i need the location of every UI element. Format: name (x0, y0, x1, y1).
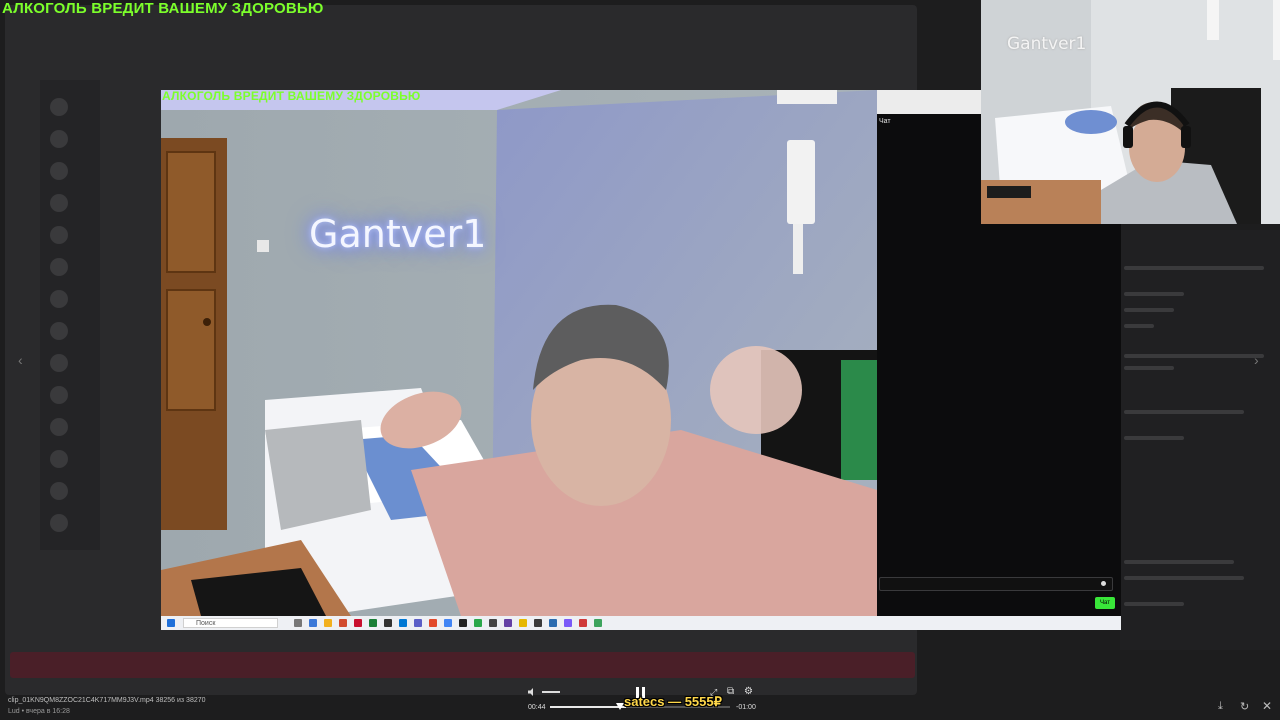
avatar (50, 98, 68, 116)
progress-fill (550, 706, 626, 708)
neon-sign-webcam: Gantver1 (1007, 34, 1087, 54)
placeholder-line (1124, 576, 1244, 580)
placeholder-line (1124, 292, 1184, 296)
avatar (50, 450, 68, 468)
taskbar-app-icon (549, 619, 557, 627)
taskbar-search: Поиск (183, 618, 278, 628)
placeholder-line (1124, 436, 1184, 440)
file-name: clip_01KN9QM8ZZOC21C4K717MM9J3V.mp4 3825… (8, 697, 206, 704)
placeholder-line (1124, 308, 1174, 312)
webcam-video[interactable]: Gantver1 (981, 0, 1280, 224)
placeholder-line (1124, 266, 1264, 270)
chevron-left-icon[interactable]: ‹ (18, 352, 23, 368)
background-side-panel (1120, 230, 1280, 650)
avatar (50, 322, 68, 340)
taskbar-app-icon (579, 619, 587, 627)
placeholder-line (1124, 324, 1154, 328)
placeholder-line (1124, 354, 1264, 358)
taskbar-app-icon (339, 619, 347, 627)
taskbar-app-icon (594, 619, 602, 627)
taskbar-app-icon (459, 619, 467, 627)
progress-thumb[interactable] (616, 703, 624, 710)
avatar (50, 130, 68, 148)
chat-input[interactable] (879, 577, 1113, 591)
taskbar-app-icon (294, 619, 302, 627)
alcohol-warning-inner: АЛКОГОЛЬ ВРЕДИТ ВАШЕМУ ЗДОРОВЬЮ (162, 89, 421, 103)
stream-video[interactable]: Gantver1 (161, 90, 877, 616)
time-current: 00:44 (528, 704, 546, 711)
picture-in-picture-icon[interactable]: ⧉ (727, 686, 734, 697)
volume-icon[interactable] (527, 687, 537, 697)
stream-scene (161, 90, 877, 616)
avatar (50, 514, 68, 532)
avatar (50, 290, 68, 308)
emoji-icon[interactable] (1101, 581, 1106, 586)
windows-start-icon (167, 619, 175, 627)
taskbar-app-icon (384, 619, 392, 627)
background-input-bar (10, 652, 915, 678)
time-remaining: -01:00 (736, 704, 756, 711)
volume-icon-glyph (528, 688, 533, 696)
avatar (50, 226, 68, 244)
chat-send-button[interactable]: Чат (1095, 597, 1115, 609)
gear-icon[interactable]: ⚙ (744, 686, 753, 697)
avatar (50, 258, 68, 276)
download-icon[interactable]: ⤓ (1218, 700, 1223, 713)
avatar (50, 482, 68, 500)
rotate-icon[interactable]: ↻ (1240, 700, 1249, 713)
placeholder-line (1124, 366, 1174, 370)
avatar (50, 386, 68, 404)
avatar (50, 194, 68, 212)
close-icon[interactable]: ✕ (1262, 699, 1272, 713)
neon-sign: Gantver1 (309, 212, 487, 256)
avatar (50, 418, 68, 436)
placeholder-line (1124, 602, 1184, 606)
avatar (50, 162, 68, 180)
alcohol-warning: АЛКОГОЛЬ ВРЕДИТ ВАШЕМУ ЗДОРОВЬЮ (2, 0, 324, 17)
taskbar-app-icon (309, 619, 317, 627)
chat-title: Чат (879, 118, 891, 125)
taskbar-app-icon (474, 619, 482, 627)
taskbar-app-icon (414, 619, 422, 627)
donation-alert: satecs — 5555₽ (624, 694, 722, 709)
taskbar-app-icon (504, 619, 512, 627)
chevron-right-icon[interactable]: › (1254, 352, 1259, 368)
taskbar-app-icon (489, 619, 497, 627)
taskbar-app-icon (429, 619, 437, 627)
taskbar-app-icon (534, 619, 542, 627)
windows-taskbar: Поиск (161, 616, 1121, 630)
taskbar-app-icon (369, 619, 377, 627)
background-contact-list (40, 80, 100, 550)
taskbar-app-icon (564, 619, 572, 627)
taskbar-app-icon (354, 619, 362, 627)
taskbar-app-icon (324, 619, 332, 627)
taskbar-app-icon (399, 619, 407, 627)
volume-slider[interactable] (542, 691, 560, 693)
taskbar-app-icon (444, 619, 452, 627)
file-meta: Lud • вчера в 16:28 (8, 708, 70, 715)
placeholder-line (1124, 560, 1234, 564)
placeholder-line (1124, 410, 1244, 414)
taskbar-app-icon (519, 619, 527, 627)
avatar (50, 354, 68, 372)
